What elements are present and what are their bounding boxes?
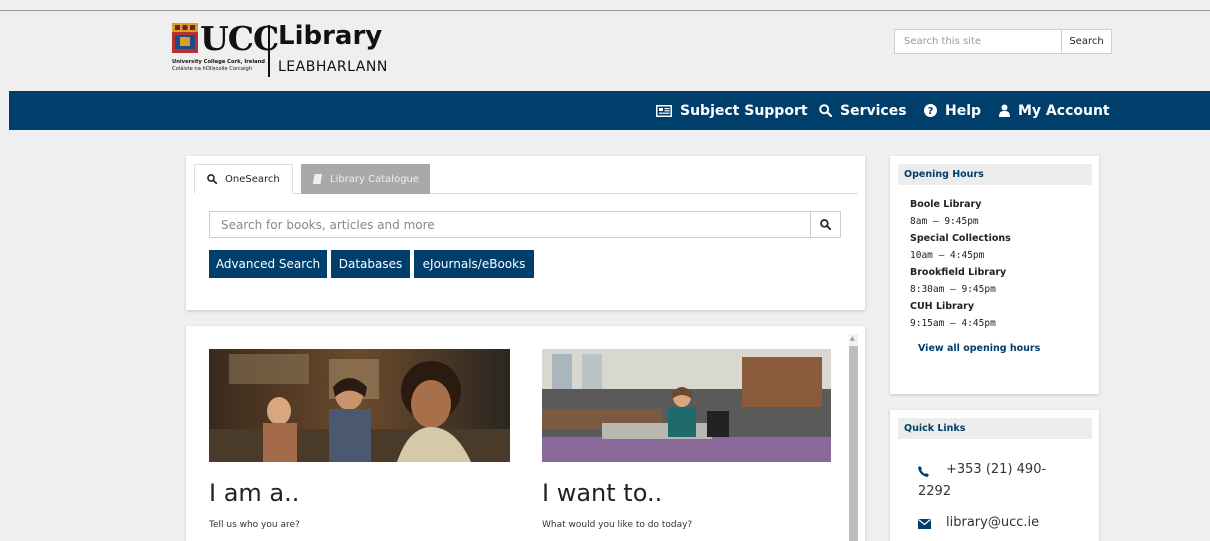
- nav-subject-support-label: Subject Support: [680, 102, 808, 119]
- opening-hours-panel: Opening Hours Boole Library 8am – 9:45pm…: [890, 156, 1099, 394]
- tab-library-catalogue-label: Library Catalogue: [330, 173, 420, 185]
- location-name: Boole Library: [910, 199, 982, 210]
- phone-icon: [918, 466, 929, 477]
- nav-services[interactable]: Services: [819, 91, 907, 130]
- card-i-am-image[interactable]: [209, 349, 510, 462]
- location-hours: 8am – 9:45pm: [910, 216, 979, 227]
- envelope-icon: [918, 519, 931, 529]
- library-title: Library: [278, 21, 383, 51]
- ejournals-ebooks-button[interactable]: eJournals/eBooks: [414, 250, 534, 278]
- nav-subject-support[interactable]: Subject Support: [656, 91, 808, 130]
- main-nav: Subject Support Services ? Help My Accou…: [9, 91, 1210, 130]
- search-panel: OneSearch Library Catalogue Advanced Sea…: [186, 156, 865, 310]
- site-search-input[interactable]: [894, 29, 1062, 54]
- scroll-thumb[interactable]: [849, 346, 858, 541]
- ucc-brand-subtitle: University College Cork, Ireland: [172, 59, 266, 65]
- advanced-search-button[interactable]: Advanced Search: [209, 250, 327, 278]
- location-hours: 10am – 4:45pm: [910, 250, 985, 261]
- location-name: Brookfield Library: [910, 267, 1007, 278]
- nav-help-label: Help: [945, 102, 982, 119]
- library-subtitle: LEABHARLANN: [278, 59, 388, 75]
- tab-onesearch-label: OneSearch: [225, 173, 280, 185]
- card-i-want-title[interactable]: I want to..: [542, 479, 662, 507]
- onesearch-submit-button[interactable]: [810, 211, 841, 238]
- tab-onesearch[interactable]: OneSearch: [194, 164, 293, 194]
- ucc-crest-icon: [172, 23, 198, 53]
- search-icon: [820, 219, 831, 230]
- tab-library-catalogue[interactable]: Library Catalogue: [301, 164, 430, 194]
- logo-divider: [268, 25, 270, 77]
- nav-my-account[interactable]: My Account: [999, 91, 1110, 130]
- site-header: UCC University College Cork, Ireland Col…: [0, 11, 1210, 91]
- library-desk-photo: [542, 349, 831, 462]
- search-icon: [819, 104, 832, 117]
- user-icon: [999, 104, 1010, 117]
- svg-text:?: ?: [928, 106, 934, 117]
- email-link[interactable]: library@ucc.ie: [946, 515, 1039, 530]
- phone-line-cont[interactable]: 2292: [918, 484, 951, 499]
- students-photo: [209, 349, 510, 462]
- onesearch-input[interactable]: [209, 211, 811, 238]
- card-i-want-subtitle: What would you like to do today?: [542, 520, 693, 530]
- view-all-opening-hours-link[interactable]: View all opening hours: [918, 343, 1040, 354]
- location-hours: 8:30am – 9:45pm: [910, 284, 996, 295]
- nav-help[interactable]: ? Help: [924, 91, 981, 130]
- location-name: CUH Library: [910, 301, 975, 312]
- phone-line[interactable]: +353 (21) 490-: [946, 462, 1046, 477]
- card-i-want-image[interactable]: [542, 349, 831, 462]
- nav-my-account-label: My Account: [1018, 102, 1110, 119]
- ucc-brand: UCC: [200, 19, 279, 58]
- site-search: Search: [894, 29, 1112, 54]
- databases-button[interactable]: Databases: [331, 250, 410, 278]
- card-i-am-subtitle: Tell us who you are?: [209, 520, 300, 530]
- content-scrollbar[interactable]: ▲: [849, 334, 858, 541]
- location-hours: 9:15am – 4:45pm: [910, 318, 996, 329]
- search-tabs: OneSearch Library Catalogue: [194, 164, 858, 194]
- ucc-brand-subtitle-irish: Coláiste na hOllscoile Corcaigh: [172, 66, 253, 72]
- location-name: Special Collections: [910, 233, 1011, 244]
- search-icon: [207, 174, 217, 184]
- card-i-am-title[interactable]: I am a..: [209, 479, 299, 507]
- onesearch-box: [209, 211, 841, 238]
- quick-links-panel: Quick Links +353 (21) 490- 2292 library@…: [890, 410, 1099, 541]
- opening-hours-heading: Opening Hours: [898, 164, 1092, 185]
- question-circle-icon: ?: [924, 104, 937, 117]
- content-panel: I am a.. Tell us who you are? I want to.…: [186, 326, 865, 541]
- book-icon: [313, 174, 322, 184]
- quick-links-heading: Quick Links: [898, 418, 1092, 439]
- scroll-up-icon[interactable]: ▲: [850, 335, 855, 342]
- nav-services-label: Services: [840, 102, 907, 119]
- newspaper-icon: [656, 104, 672, 117]
- site-search-button[interactable]: Search: [1061, 29, 1112, 54]
